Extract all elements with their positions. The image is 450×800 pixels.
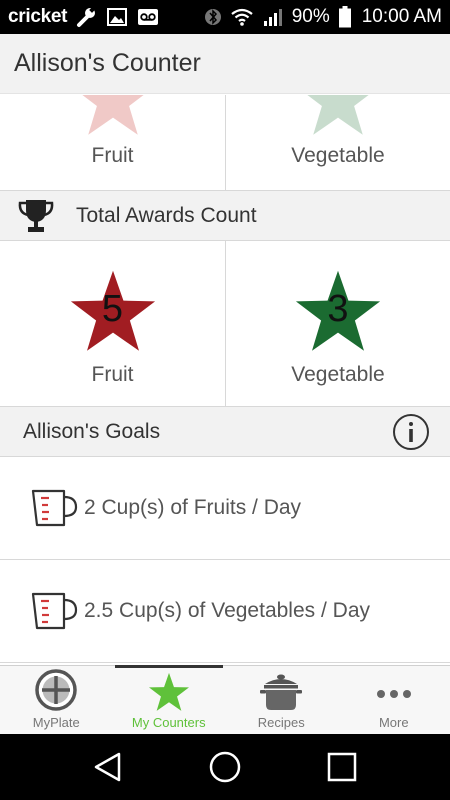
measuring-cup-icon: [31, 489, 78, 527]
award-label-fruit: Fruit: [91, 144, 134, 167]
vegetable-star-icon: [307, 95, 369, 135]
back-icon[interactable]: [92, 751, 124, 783]
clock: 10:00 AM: [361, 6, 442, 27]
wrench-icon: [77, 6, 96, 27]
pot-icon: [260, 674, 303, 710]
goal-text-vegetables: 2.5 Cup(s) of Vegetables / Day: [84, 599, 370, 622]
signal-icon: [263, 9, 282, 26]
battery-icon: [338, 6, 351, 28]
nav-tab-myplate[interactable]: MyPlate: [0, 666, 113, 734]
fruit-star-shape: [81, 95, 144, 135]
award-cell-fruit[interactable]: Fruit: [0, 95, 225, 190]
weekly-awards-row: Fruit Vegetable: [0, 95, 450, 191]
status-bar: cricket 90% 10:00 AM: [0, 0, 450, 34]
measuring-cup-icon: [31, 592, 78, 630]
goals-title: Allison's Goals: [23, 419, 161, 443]
carrier-name: cricket: [8, 6, 68, 27]
nav-tab-my-counters[interactable]: My Counters: [113, 665, 226, 734]
total-award-fruit[interactable]: 5 Fruit: [0, 241, 225, 406]
home-icon[interactable]: [208, 750, 242, 784]
nav-label-myplate: MyPlate: [32, 715, 80, 730]
goal-item-vegetables[interactable]: 2.5 Cup(s) of Vegetables / Day: [0, 560, 450, 663]
vegetable-award-count: 3: [327, 288, 349, 330]
nav-tab-recipes[interactable]: Recipes: [225, 666, 338, 734]
app-bar: Allison's Counter: [0, 34, 450, 94]
nav-label-my-counters: My Counters: [131, 715, 206, 730]
total-awards-row: 5 Fruit 3 Vegetable: [0, 241, 450, 407]
total-awards-title: Total Awards Count: [76, 203, 257, 227]
fruit-star-icon: [81, 95, 144, 135]
total-award-vegetable[interactable]: 3 Vegetable: [225, 241, 450, 406]
more-icon: [376, 690, 411, 698]
page-title: Allison's Counter: [14, 49, 201, 77]
battery-percent: 90%: [291, 6, 330, 27]
trophy-icon: [18, 199, 54, 232]
goal-text-fruits: 2 Cup(s) of Fruits / Day: [84, 496, 302, 519]
bluetooth-icon: [204, 9, 221, 25]
total-awards-header: Total Awards Count: [0, 191, 450, 241]
total-award-label-fruit: Fruit: [91, 363, 134, 386]
goal-item-fruits[interactable]: 2 Cup(s) of Fruits / Day: [0, 457, 450, 560]
nav-star-shape: [148, 672, 189, 711]
system-nav-bar: [0, 734, 450, 800]
vegetable-award-star: 3: [293, 269, 383, 353]
star-icon: [148, 672, 189, 711]
counter-content[interactable]: Fruit Vegetable Total Awards Count 5 Fru…: [0, 95, 450, 665]
image-icon: [107, 8, 128, 26]
vegetable-star-shape: [307, 95, 369, 135]
voicemail-icon: [138, 9, 159, 25]
award-label-vegetable: Vegetable: [291, 144, 385, 167]
info-icon[interactable]: [392, 413, 430, 451]
bottom-nav: MyPlate My Counters Recipes More: [0, 665, 450, 734]
nav-tab-more[interactable]: More: [338, 666, 450, 734]
total-award-label-vegetable: Vegetable: [291, 363, 385, 386]
goals-header: Allison's Goals: [0, 407, 450, 457]
award-cell-vegetable[interactable]: Vegetable: [225, 95, 450, 190]
recents-icon[interactable]: [326, 751, 358, 783]
nav-label-more: More: [378, 715, 409, 730]
wifi-icon: [231, 8, 253, 26]
nav-label-recipes: Recipes: [257, 715, 305, 730]
myplate-icon: [35, 669, 77, 711]
fruit-award-count: 5: [101, 288, 124, 330]
fruit-award-star: 5: [68, 269, 158, 353]
